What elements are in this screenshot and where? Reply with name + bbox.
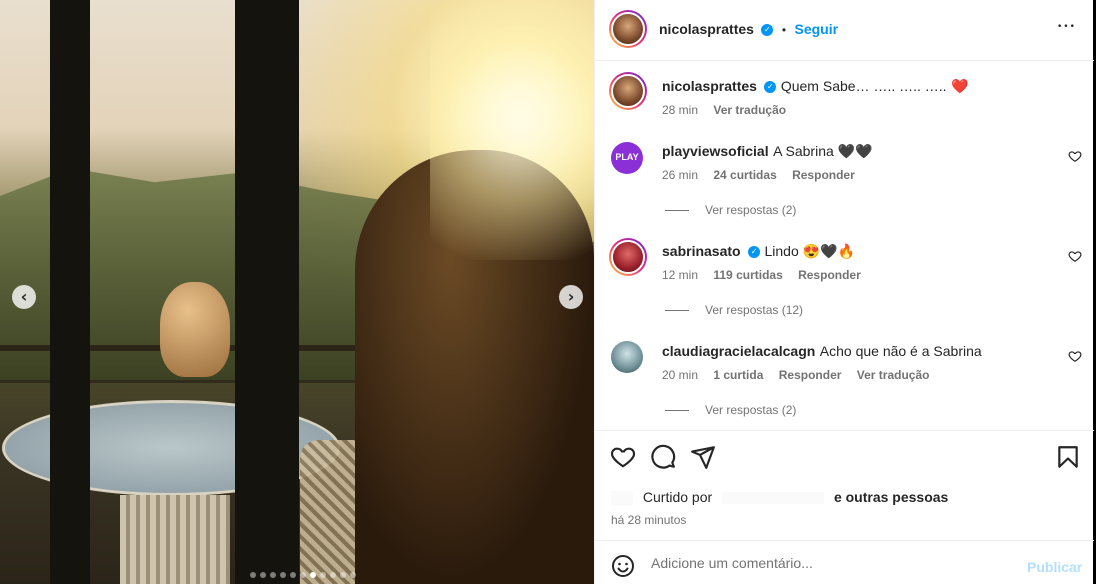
reply-button[interactable]: Responder — [792, 168, 855, 182]
red-heart-emoji: ❤️ — [951, 78, 969, 94]
verified-icon: ✓ — [761, 23, 774, 36]
carousel-prev-button[interactable]: ‹ — [12, 285, 36, 309]
comment-time: 20 min — [662, 368, 699, 382]
bookmark-icon[interactable] — [1055, 444, 1081, 470]
comment-time: 12 min — [662, 268, 699, 282]
replies-line — [665, 210, 689, 212]
caption-meta: 28 min Ver tradução — [662, 103, 786, 117]
comment-text: Acho que não é a Sabrina — [819, 343, 982, 359]
header-divider — [595, 60, 1094, 61]
carousel-next-button[interactable]: › — [559, 285, 583, 309]
carousel-dot — [350, 572, 356, 578]
comment-row: claudiagracielacalcagn Acho que não é a … — [662, 343, 982, 361]
caption-translate-link[interactable]: Ver tradução — [713, 103, 786, 117]
comment-username[interactable]: playviewsoficial — [662, 143, 769, 159]
separator-dot: • — [781, 23, 787, 37]
comment-meta: 12 min 119 curtidas Responder — [662, 268, 861, 282]
comment-icon[interactable] — [650, 444, 676, 470]
caption-text: Quem Sabe… ….. ….. ….. — [780, 78, 947, 94]
view-replies-label: Ver respostas (2) — [705, 403, 797, 417]
reply-button[interactable]: Responder — [779, 368, 842, 382]
window-frame-bar — [235, 0, 299, 584]
more-options-icon[interactable]: ••• — [1057, 22, 1076, 32]
publish-button[interactable]: Publicar — [1027, 559, 1082, 575]
carousel-dot — [270, 572, 276, 578]
comment-row: playviewsoficial A Sabrina 🖤🖤 — [662, 143, 873, 161]
window-frame-bar — [50, 0, 90, 584]
carousel-dot — [300, 572, 306, 578]
comment-meta: 20 min 1 curtida Responder Ver tradução — [662, 368, 929, 382]
carousel-dot — [280, 572, 286, 578]
liked-by: Curtido por e outras pessoas — [611, 489, 948, 506]
verified-icon: ✓ — [764, 80, 777, 93]
comment-row: sabrinasato ✓ Lindo 😍🖤🔥 — [662, 243, 855, 261]
caption-username[interactable]: nicolasprattes — [662, 78, 757, 94]
comment-likes[interactable]: 1 curtida — [713, 368, 763, 382]
comment-like-heart-icon[interactable] — [1068, 349, 1082, 363]
table-base — [120, 495, 230, 584]
caption: nicolasprattes ✓ Quem Sabe… ….. ….. ….. … — [662, 78, 968, 96]
comment-likes[interactable]: 119 curtidas — [713, 268, 782, 282]
comment-time: 26 min — [662, 168, 699, 182]
view-replies-button[interactable]: Ver respostas (2) — [665, 403, 796, 417]
caption-avatar[interactable] — [609, 72, 647, 110]
comment-text: Lindo 😍🖤🔥 — [764, 243, 855, 259]
carousel-dots — [250, 572, 356, 578]
smiley-icon[interactable] — [611, 554, 635, 578]
comment-meta: 26 min 24 curtidas Responder — [662, 168, 855, 182]
carousel-dot — [260, 572, 266, 578]
carousel-dot — [250, 572, 256, 578]
post-header: nicolasprattes ✓ • Seguir — [659, 21, 838, 39]
view-replies-label: Ver respostas (12) — [705, 303, 804, 317]
liked-by-others-link[interactable]: e outras pessoas — [834, 489, 948, 505]
follow-button[interactable]: Seguir — [795, 21, 839, 37]
carousel-dot — [330, 572, 336, 578]
comment-like-heart-icon[interactable] — [1068, 149, 1082, 163]
comment-box-divider — [595, 540, 1094, 541]
sun-glow — [430, 0, 594, 260]
commenter-avatar[interactable]: PLAY — [611, 142, 643, 174]
verified-icon: ✓ — [748, 245, 761, 258]
carousel-dot — [310, 572, 316, 578]
post-panel: nicolasprattes ✓ • Seguir ••• nicolaspra… — [594, 0, 1094, 584]
commenter-avatar[interactable] — [609, 238, 647, 276]
author-avatar[interactable] — [609, 10, 647, 48]
reply-button[interactable]: Responder — [798, 268, 861, 282]
replies-line — [665, 310, 689, 312]
post-media: ‹ › — [0, 0, 594, 584]
view-replies-button[interactable]: Ver respostas (12) — [665, 303, 803, 317]
view-replies-button[interactable]: Ver respostas (2) — [665, 203, 796, 217]
liked-by-prefix: Curtido por — [642, 489, 713, 505]
heart-icon[interactable] — [610, 444, 636, 470]
view-replies-label: Ver respostas (2) — [705, 203, 797, 217]
comment-input[interactable] — [651, 555, 1011, 571]
post-time: há 28 minutos — [611, 513, 687, 527]
comment-likes[interactable]: 24 curtidas — [713, 168, 776, 182]
commenter-avatar[interactable] — [611, 341, 643, 373]
liker-avatars — [611, 491, 633, 506]
carousel-dot — [320, 572, 326, 578]
comment-translate-link[interactable]: Ver tradução — [857, 368, 930, 382]
monkey — [160, 282, 230, 377]
author-username[interactable]: nicolasprattes — [659, 21, 754, 37]
comment-like-heart-icon[interactable] — [1068, 249, 1082, 263]
replies-line — [665, 410, 689, 412]
send-icon[interactable] — [690, 444, 716, 470]
carousel-dot — [340, 572, 346, 578]
comment-text: A Sabrina 🖤🖤 — [773, 143, 873, 159]
comment-username[interactable]: claudiagracielacalcagn — [662, 343, 815, 359]
carousel-dot — [290, 572, 296, 578]
liker-username[interactable] — [722, 492, 825, 505]
actions-divider — [595, 430, 1094, 431]
caption-time: 28 min — [662, 103, 699, 117]
comment-username[interactable]: sabrinasato — [662, 243, 741, 259]
